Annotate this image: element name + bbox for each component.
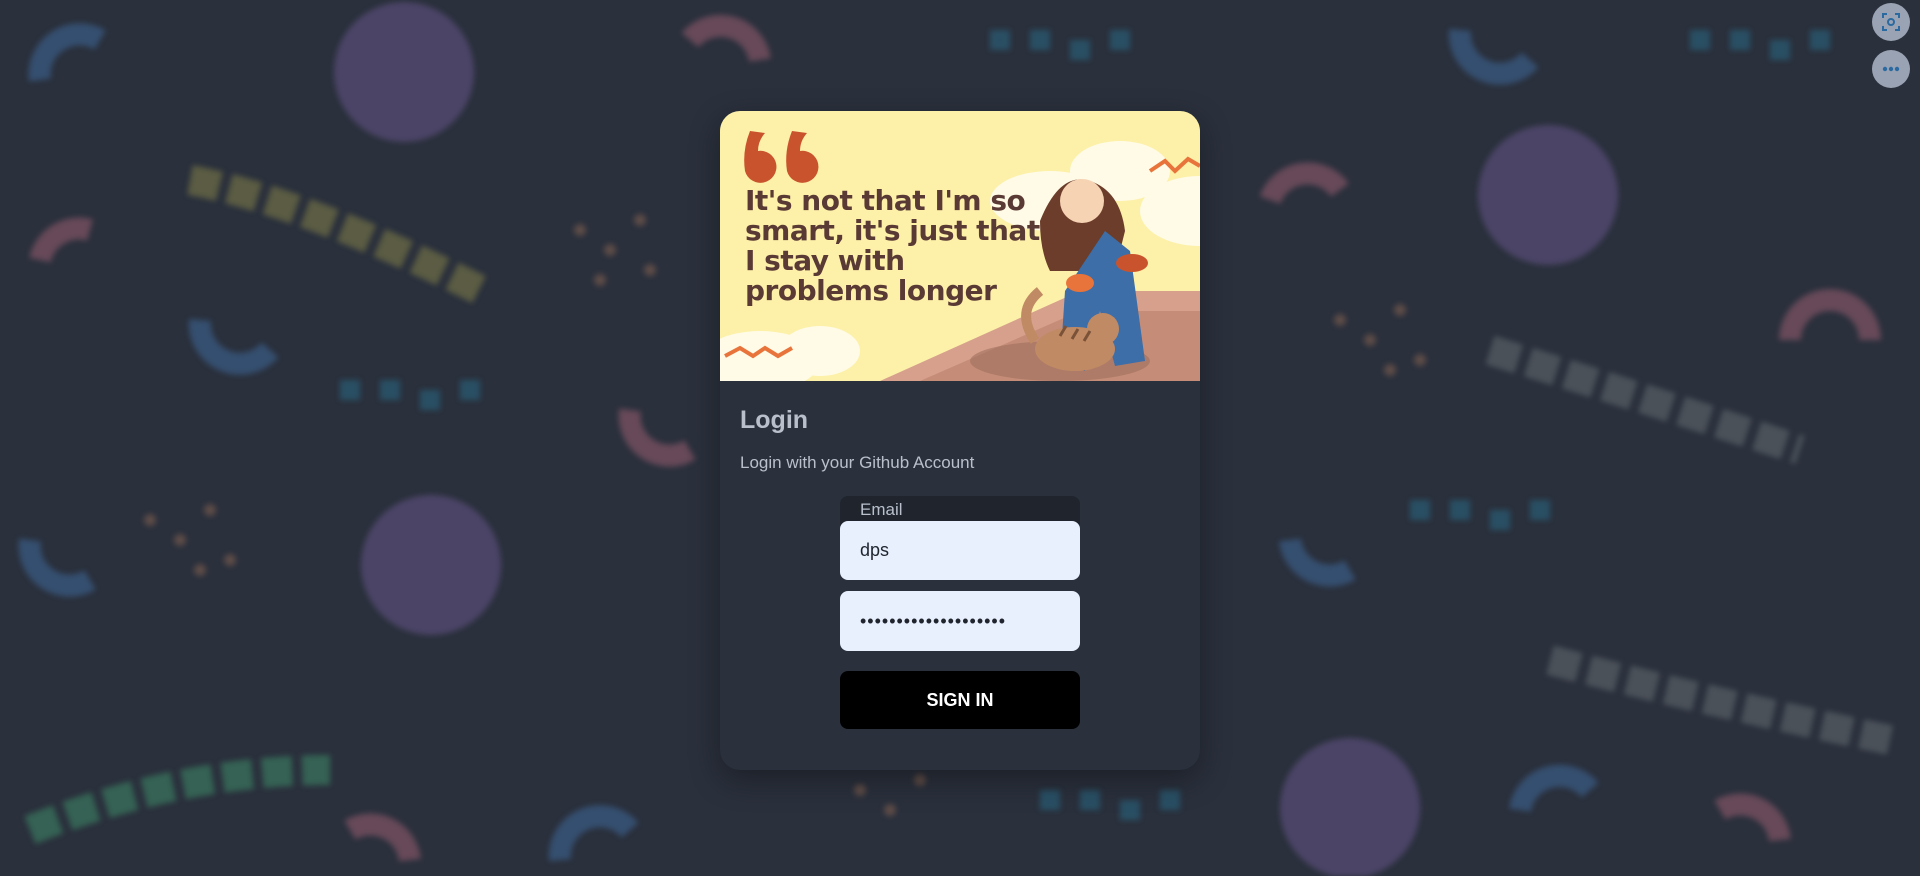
- password-input[interactable]: [860, 591, 1060, 651]
- login-title: Login: [740, 406, 809, 434]
- login-subtitle: Login with your Github Account: [740, 453, 975, 472]
- sign-in-button[interactable]: SIGN IN: [840, 671, 1080, 729]
- email-field[interactable]: [840, 521, 1080, 580]
- quote-text: It's not that I'm so smart, it's just th…: [745, 184, 1040, 307]
- email-label: Email: [860, 500, 903, 519]
- quote-banner: It's not that I'm so smart, it's just th…: [720, 111, 1200, 381]
- email-input[interactable]: [860, 521, 1060, 580]
- password-field[interactable]: [840, 591, 1080, 651]
- login-card: It's not that I'm so smart, it's just th…: [720, 111, 1200, 770]
- more-icon[interactable]: [1872, 50, 1910, 88]
- screenshot-icon[interactable]: [1872, 3, 1910, 41]
